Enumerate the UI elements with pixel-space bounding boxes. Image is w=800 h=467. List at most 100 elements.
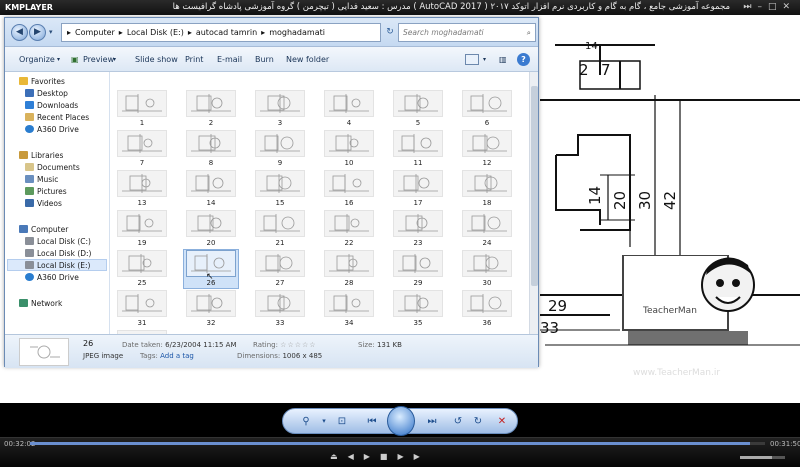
file-thumbnail[interactable]: 36 xyxy=(460,290,514,328)
file-thumbnail[interactable]: 9 xyxy=(253,130,307,168)
email-button[interactable]: E-mail xyxy=(217,47,242,72)
forward-button[interactable]: ▶ xyxy=(29,24,46,41)
file-thumbnail[interactable]: 30 xyxy=(460,250,514,288)
file-thumbnail[interactable]: 22 xyxy=(322,210,376,248)
help-icon[interactable]: ? xyxy=(517,53,530,66)
file-thumbnail[interactable]: 12 xyxy=(460,130,514,168)
file-thumbnail[interactable]: 3 xyxy=(253,90,307,128)
nav-videos[interactable]: Videos xyxy=(25,198,62,209)
forward-icon[interactable]: ▶▶ xyxy=(397,452,429,461)
nav-disk-d[interactable]: Local Disk (D:) xyxy=(25,248,91,259)
rotate-right-icon[interactable]: ↻ xyxy=(469,413,487,430)
file-thumbnail[interactable]: 25 xyxy=(115,250,169,288)
nav-documents[interactable]: Documents xyxy=(25,162,80,173)
file-thumbnail[interactable]: 16 xyxy=(322,170,376,208)
nav-desktop[interactable]: Desktop xyxy=(25,88,68,99)
play-icon[interactable]: ▶ xyxy=(364,452,380,461)
recent-pages-dropdown[interactable]: ▾ xyxy=(49,28,53,36)
file-thumbnail[interactable]: 21 xyxy=(253,210,307,248)
preview-menu[interactable]: Preview xyxy=(83,47,114,72)
add-tag-link[interactable]: Add a tag xyxy=(160,352,194,360)
file-thumbnail[interactable]: 18 xyxy=(460,170,514,208)
rating-stars[interactable]: ☆☆☆☆☆ xyxy=(280,341,316,349)
file-thumbnail[interactable]: 24 xyxy=(460,210,514,248)
nav-disk-c[interactable]: Local Disk (C:) xyxy=(25,236,91,247)
breadcrumb-item[interactable]: autocad tamrin xyxy=(196,28,257,37)
scroll-thumb[interactable] xyxy=(531,86,538,286)
stop-icon[interactable]: ⏏ xyxy=(330,452,348,461)
maximize-icon[interactable]: □ xyxy=(768,2,783,12)
file-thumbnail[interactable]: 19 xyxy=(115,210,169,248)
slideshow-button[interactable]: Slide show xyxy=(135,47,178,72)
new-folder-button[interactable]: New folder xyxy=(286,47,329,72)
close-icon[interactable]: ✕ xyxy=(782,2,796,12)
file-list[interactable]: 1 2 3 4 5 6 7 8 9 10 11 12 13 14 15 16 17 18 19 20 21 22 23 24 2… xyxy=(111,72,531,349)
nav-favorites[interactable]: Favorites xyxy=(19,76,65,87)
pause-icon[interactable]: ■ xyxy=(380,452,398,461)
file-thumbnail[interactable]: 26 ↖ xyxy=(183,249,239,289)
file-thumbnail[interactable]: 28 xyxy=(322,250,376,288)
file-thumbnail[interactable]: 34 xyxy=(322,290,376,328)
chevron-down-icon[interactable]: ▾ xyxy=(113,47,116,72)
minimize-icon[interactable]: – xyxy=(757,2,768,12)
file-thumbnail[interactable]: 33 xyxy=(253,290,307,328)
nav-computer[interactable]: Computer xyxy=(19,224,68,235)
file-thumbnail[interactable]: 1 xyxy=(115,90,169,128)
file-thumbnail[interactable]: 2 xyxy=(184,90,238,128)
burn-button[interactable]: Burn xyxy=(255,47,274,72)
file-thumbnail[interactable]: 20 xyxy=(184,210,238,248)
back-button[interactable]: ◀ xyxy=(11,24,28,41)
breadcrumb-item[interactable]: Computer xyxy=(75,28,115,37)
chevron-down-icon[interactable]: ▾ xyxy=(483,47,486,72)
file-thumbnail[interactable]: 8 xyxy=(184,130,238,168)
file-thumbnail[interactable]: 27 xyxy=(253,250,307,288)
nav-network[interactable]: Network xyxy=(19,298,62,309)
file-thumbnail[interactable]: 6 xyxy=(460,90,514,128)
file-thumbnail[interactable]: 11 xyxy=(391,130,445,168)
chevron-down-icon[interactable]: ▾ xyxy=(57,47,60,72)
nav-recent-places[interactable]: Recent Places xyxy=(25,112,89,123)
file-thumbnail[interactable]: 29 xyxy=(391,250,445,288)
seek-bar[interactable] xyxy=(30,442,765,445)
print-button[interactable]: Print xyxy=(185,47,203,72)
file-thumbnail[interactable]: 17 xyxy=(391,170,445,208)
scrollbar[interactable] xyxy=(529,72,538,349)
volume-slider[interactable] xyxy=(740,456,785,459)
organize-menu[interactable]: Organize xyxy=(19,47,55,72)
nav-pictures[interactable]: Pictures xyxy=(25,186,67,197)
file-thumbnail[interactable]: 31 xyxy=(115,290,169,328)
actual-size-icon[interactable]: ⊡ xyxy=(333,413,351,430)
next-icon[interactable]: ⏭ xyxy=(423,413,441,430)
search-input[interactable]: Search moghadamati ⌕ xyxy=(398,23,536,42)
file-thumbnail[interactable]: 35 xyxy=(391,290,445,328)
previous-icon[interactable]: ⏮ xyxy=(363,413,381,430)
nav-music[interactable]: Music xyxy=(25,174,58,185)
refresh-icon[interactable]: ↻ xyxy=(383,23,397,42)
rewind-icon[interactable]: ◀ xyxy=(348,452,364,461)
address-bar[interactable]: ▸ Computer ▸ Local Disk (E:) ▸ autocad tamrin… xyxy=(61,23,381,42)
nav-a360-drive-2[interactable]: A360 Drive xyxy=(25,272,79,283)
skip-icon[interactable]: ⏭ xyxy=(743,2,757,12)
nav-disk-e[interactable]: Local Disk (E:) xyxy=(25,260,90,271)
slideshow-play-button[interactable] xyxy=(387,406,415,436)
nav-libraries[interactable]: Libraries xyxy=(19,150,63,161)
nav-a360-drive[interactable]: A360 Drive xyxy=(25,124,79,135)
file-thumbnail[interactable]: 4 xyxy=(322,90,376,128)
nav-downloads[interactable]: Downloads xyxy=(25,100,78,111)
window-controls[interactable]: ⏭–□✕ xyxy=(743,0,796,15)
breadcrumb-item[interactable]: Local Disk (E:) xyxy=(127,28,184,37)
search-icon[interactable]: ⌕ xyxy=(527,24,531,41)
pane-icon[interactable]: ▥ xyxy=(499,47,507,72)
file-thumbnail[interactable]: 5 xyxy=(391,90,445,128)
delete-icon[interactable]: ✕ xyxy=(493,413,511,430)
explorer-window[interactable]: ◀ ▶ ▾ ▸ Computer ▸ Local Disk (E:) ▸ autocad … xyxy=(4,17,539,368)
file-thumbnail[interactable]: 23 xyxy=(391,210,445,248)
file-thumbnail[interactable]: 14 xyxy=(184,170,238,208)
file-thumbnail[interactable]: 13 xyxy=(115,170,169,208)
rotate-left-icon[interactable]: ↺ xyxy=(449,413,467,430)
file-thumbnail[interactable]: 32 xyxy=(184,290,238,328)
chevron-down-icon[interactable]: ▾ xyxy=(315,413,333,430)
breadcrumb-item[interactable]: moghadamati xyxy=(269,28,325,37)
file-thumbnail[interactable]: 15 xyxy=(253,170,307,208)
zoom-icon[interactable]: ⚲ xyxy=(297,413,315,430)
